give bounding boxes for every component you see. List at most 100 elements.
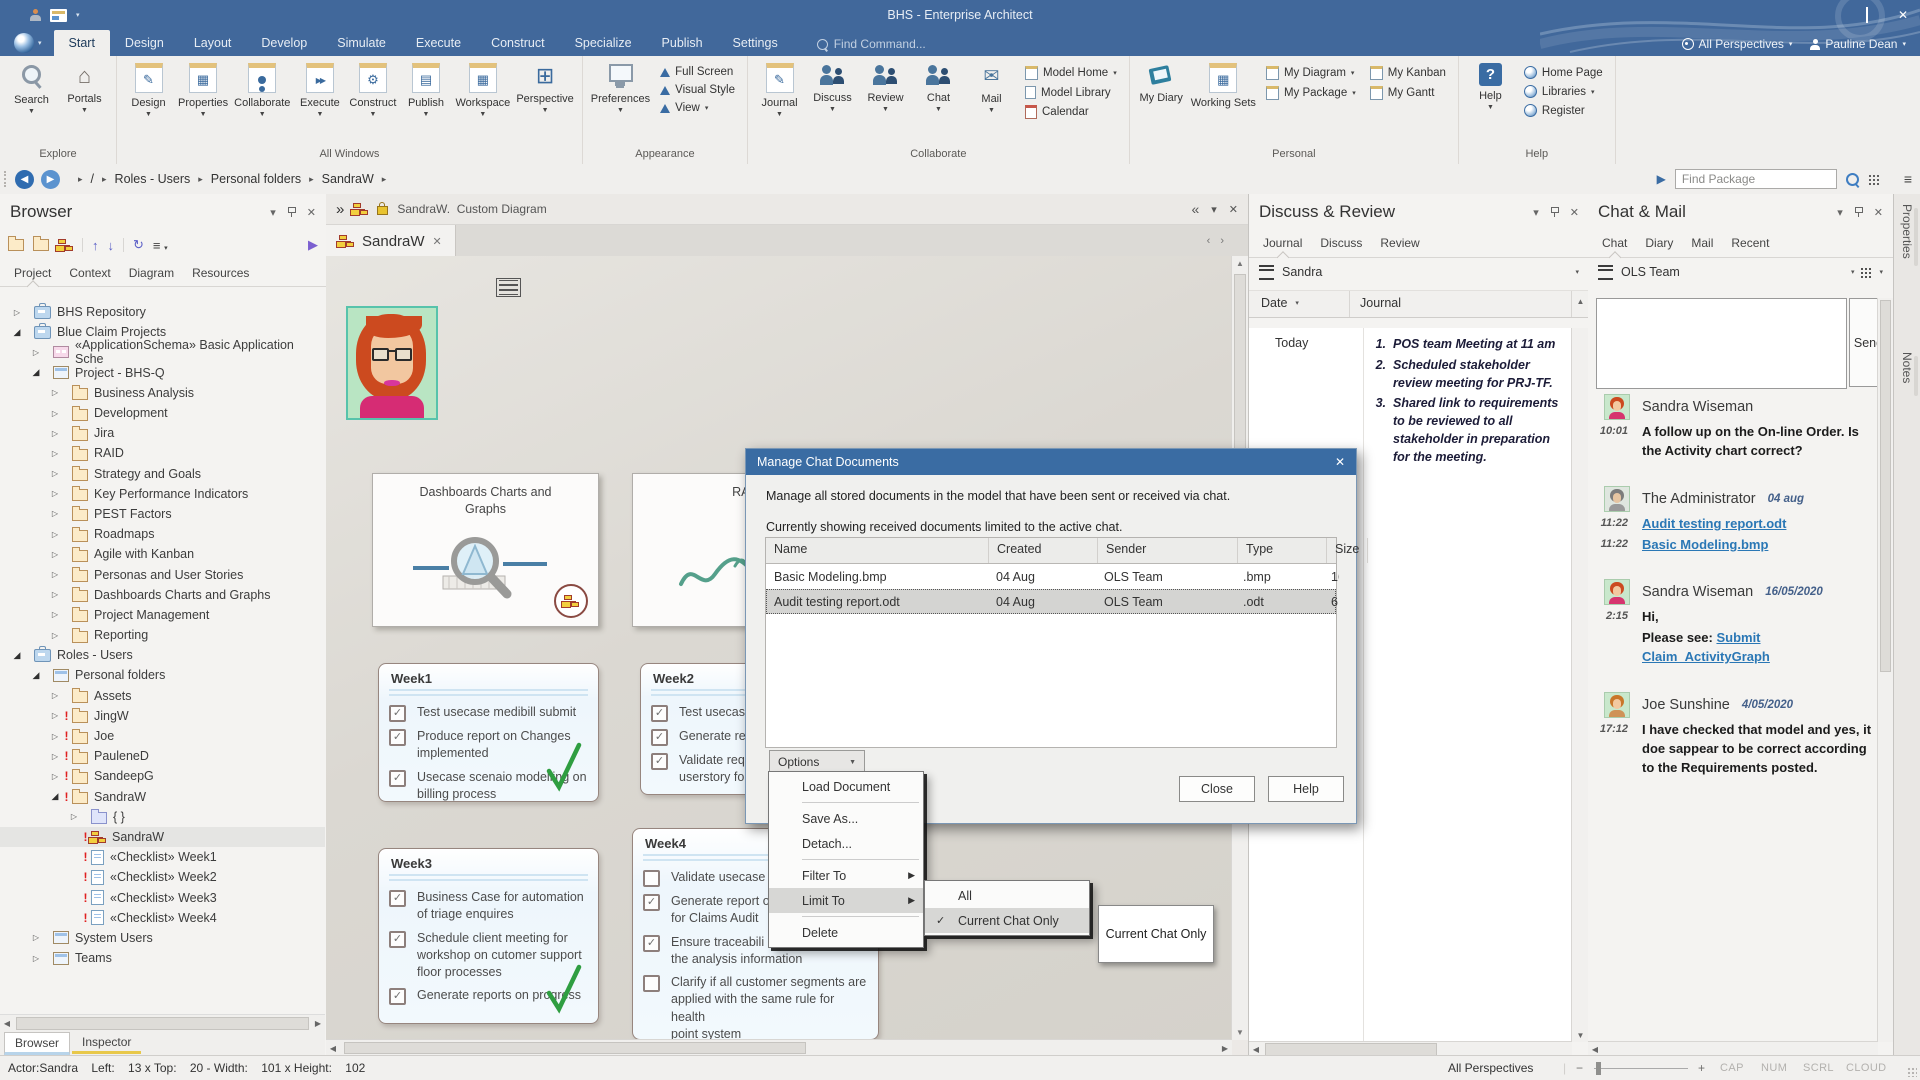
tree-item-checklist-week2[interactable]: !«Checklist» Week2 bbox=[0, 867, 325, 887]
chat-tab-chat[interactable]: Chat bbox=[1594, 230, 1635, 257]
ribbon-button-calendar[interactable]: Calendar bbox=[1025, 105, 1117, 119]
tree-item-joe[interactable]: ▷!Joe bbox=[0, 726, 325, 746]
ribbon-tab-construct[interactable]: Construct bbox=[476, 30, 560, 56]
journal-date-column[interactable]: Date ▾ bbox=[1249, 291, 1350, 317]
discuss-selector-burger-icon[interactable] bbox=[1259, 265, 1274, 280]
ribbon-button-search[interactable]: Search▼ bbox=[5, 58, 58, 116]
ribbon-button-home-page[interactable]: Home Page bbox=[1524, 66, 1603, 79]
expand-arrow-icon[interactable]: ▷ bbox=[48, 610, 62, 619]
menu-item-detach[interactable]: Detach... bbox=[769, 831, 923, 856]
tab-scroll-left-icon[interactable]: ‹ bbox=[1207, 235, 1211, 247]
expand-arrow-icon[interactable]: ▷ bbox=[48, 509, 62, 518]
browser-tab-context[interactable]: Context bbox=[61, 260, 118, 286]
ribbon-button-my-diagram[interactable]: My Diagram▾ bbox=[1266, 66, 1356, 80]
new-folder-icon[interactable] bbox=[33, 239, 49, 251]
collapse-arrow-icon[interactable]: ◢ bbox=[10, 650, 24, 661]
expand-arrow-icon[interactable]: ▷ bbox=[48, 691, 62, 700]
ribbon-tab-execute[interactable]: Execute bbox=[401, 30, 476, 56]
chat-pin-icon[interactable] bbox=[1854, 207, 1863, 217]
ribbon-button-workspace[interactable]: ▦Workspace▼ bbox=[452, 58, 513, 119]
column-header-name[interactable]: Name bbox=[766, 538, 989, 563]
collapse-chevrons-icon[interactable]: « bbox=[1191, 201, 1199, 217]
checklist-note-week3[interactable]: Week3✓Business Case for automationof tri… bbox=[378, 848, 599, 1024]
move-down-icon[interactable]: ↓ bbox=[108, 238, 115, 253]
maximize-button[interactable] bbox=[1860, 8, 1874, 22]
tree-item-key-performance-indicators[interactable]: ▷Key Performance Indicators bbox=[0, 484, 325, 504]
checked-checkbox-icon[interactable]: ✓ bbox=[643, 894, 660, 911]
message-link[interactable]: Audit testing report.odt bbox=[1642, 516, 1786, 531]
nav-forward-button[interactable]: ▶ bbox=[41, 170, 60, 189]
new-diagram-icon[interactable] bbox=[58, 239, 73, 251]
checked-checkbox-icon[interactable]: ✓ bbox=[389, 705, 406, 722]
browser-options-icon[interactable]: ≡ ▾ bbox=[153, 238, 168, 253]
chat-selector-burger-icon[interactable] bbox=[1598, 265, 1613, 280]
expand-arrow-icon[interactable]: ▷ bbox=[48, 590, 62, 599]
tree-item-applicationschema-basic-application-sche[interactable]: ▷«ApplicationSchema» Basic Application S… bbox=[0, 342, 325, 362]
ribbon-button-construct[interactable]: ⚙Construct▼ bbox=[346, 58, 399, 119]
ribbon-tab-layout[interactable]: Layout bbox=[179, 30, 247, 56]
expand-arrow-icon[interactable]: ▷ bbox=[10, 308, 24, 317]
tree-item-project-management[interactable]: ▷Project Management bbox=[0, 605, 325, 625]
checked-checkbox-icon[interactable]: ✓ bbox=[389, 729, 406, 746]
ribbon-button-libraries[interactable]: Libraries▾ bbox=[1524, 85, 1603, 98]
journal-scroll-up-icon[interactable]: ▲ bbox=[1571, 291, 1589, 317]
tab-scroll-right-icon[interactable]: › bbox=[1220, 235, 1224, 247]
tree-item-teams[interactable]: ▷Teams bbox=[0, 948, 325, 968]
expand-arrow-icon[interactable]: ▷ bbox=[67, 812, 81, 821]
checklist-note-week1[interactable]: Week1✓Test usecase medibill submit✓Produ… bbox=[378, 663, 599, 802]
dashboards-card[interactable]: Dashboards Charts and Graphs bbox=[372, 473, 599, 627]
expand-arrow-icon[interactable]: ▷ bbox=[48, 732, 62, 741]
checked-checkbox-icon[interactable]: ✓ bbox=[651, 753, 668, 770]
canvas-hscrollbar[interactable]: ◀ ▶ bbox=[326, 1039, 1232, 1056]
ribbon-tab-settings[interactable]: Settings bbox=[718, 30, 793, 56]
document-row-basic-modeling-bmp[interactable]: Basic Modeling.bmp04 AugOLS Team.bmp169.… bbox=[766, 564, 1336, 589]
chat-multiselect-caret-icon[interactable]: ▾ bbox=[1879, 268, 1883, 276]
tree-item-jingw[interactable]: ▷!JingW bbox=[0, 706, 325, 726]
browser-pin-icon[interactable] bbox=[287, 207, 296, 217]
unchecked-checkbox-icon[interactable] bbox=[643, 975, 660, 992]
checked-checkbox-icon[interactable]: ✓ bbox=[389, 988, 406, 1005]
bottom-tab-inspector[interactable]: Inspector bbox=[72, 1032, 141, 1054]
collapse-arrow-icon[interactable]: ◢ bbox=[48, 791, 62, 802]
expand-arrow-icon[interactable]: ▷ bbox=[48, 469, 62, 478]
ribbon-button-full-screen[interactable]: Full Screen bbox=[660, 66, 735, 78]
expand-arrow-icon[interactable]: ▷ bbox=[29, 954, 43, 963]
close-button[interactable]: Close bbox=[1179, 776, 1255, 802]
ribbon-button-my-diary[interactable]: My Diary bbox=[1135, 58, 1188, 114]
menu-item-save-as[interactable]: Save As... bbox=[769, 806, 923, 831]
ribbon-tab-specialize[interactable]: Specialize bbox=[560, 30, 647, 56]
ribbon-button-chat[interactable]: Chat▼ bbox=[912, 58, 965, 114]
expand-chevrons-icon[interactable]: » bbox=[336, 201, 344, 218]
strip-dropdown-icon[interactable]: ▾ bbox=[1211, 203, 1217, 216]
column-header-sender[interactable]: Sender bbox=[1098, 538, 1238, 563]
document-tab[interactable]: SandraW ✕ bbox=[326, 225, 456, 257]
browser-close-icon[interactable]: ✕ bbox=[307, 206, 316, 219]
collapse-arrow-icon[interactable]: ◢ bbox=[10, 327, 24, 338]
dialog-close-icon[interactable]: ✕ bbox=[1335, 455, 1345, 469]
submenu-item-all[interactable]: All bbox=[925, 883, 1089, 908]
submenu-item-current-chat-only[interactable]: Current Chat Only✓ bbox=[925, 908, 1089, 933]
refresh-icon[interactable]: ↻ bbox=[133, 237, 144, 253]
column-header-type[interactable]: Type bbox=[1238, 538, 1327, 563]
ribbon-button-model-library[interactable]: Model Library bbox=[1025, 86, 1117, 99]
tree-item-jira[interactable]: ▷Jira bbox=[0, 423, 325, 443]
discuss-tab-discuss[interactable]: Discuss bbox=[1312, 230, 1370, 257]
ribbon-button-preferences[interactable]: Preferences▼ bbox=[588, 58, 653, 115]
tab-close-icon[interactable]: ✕ bbox=[433, 235, 442, 248]
persona-avatar-image[interactable] bbox=[346, 306, 438, 420]
strip-close-icon[interactable]: ✕ bbox=[1229, 203, 1238, 216]
expand-arrow-icon[interactable]: ▷ bbox=[48, 388, 62, 397]
browser-dropdown-icon[interactable]: ▾ bbox=[270, 206, 276, 219]
ribbon-button-journal[interactable]: ✎Journal▼ bbox=[753, 58, 806, 119]
zoom-in-button[interactable]: + bbox=[1698, 1061, 1705, 1075]
checked-checkbox-icon[interactable]: ✓ bbox=[651, 705, 668, 722]
collapse-arrow-icon[interactable]: ◢ bbox=[29, 367, 43, 378]
expand-arrow-icon[interactable]: ▷ bbox=[29, 348, 43, 357]
document-row-audit-testing-report-odt[interactable]: Audit testing report.odt04 AugOLS Team.o… bbox=[766, 589, 1336, 614]
expand-arrow-icon[interactable]: ▷ bbox=[48, 550, 62, 559]
tree-item-sandraw[interactable]: ◢!SandraW bbox=[0, 787, 325, 807]
tab-properties[interactable]: Properties bbox=[1900, 204, 1914, 259]
tree-item-sandeepg[interactable]: ▷!SandeepG bbox=[0, 766, 325, 786]
expand-arrow-icon[interactable]: ▷ bbox=[48, 449, 62, 458]
message-link[interactable]: Submit Claim_ActivityGraph bbox=[1642, 630, 1770, 664]
